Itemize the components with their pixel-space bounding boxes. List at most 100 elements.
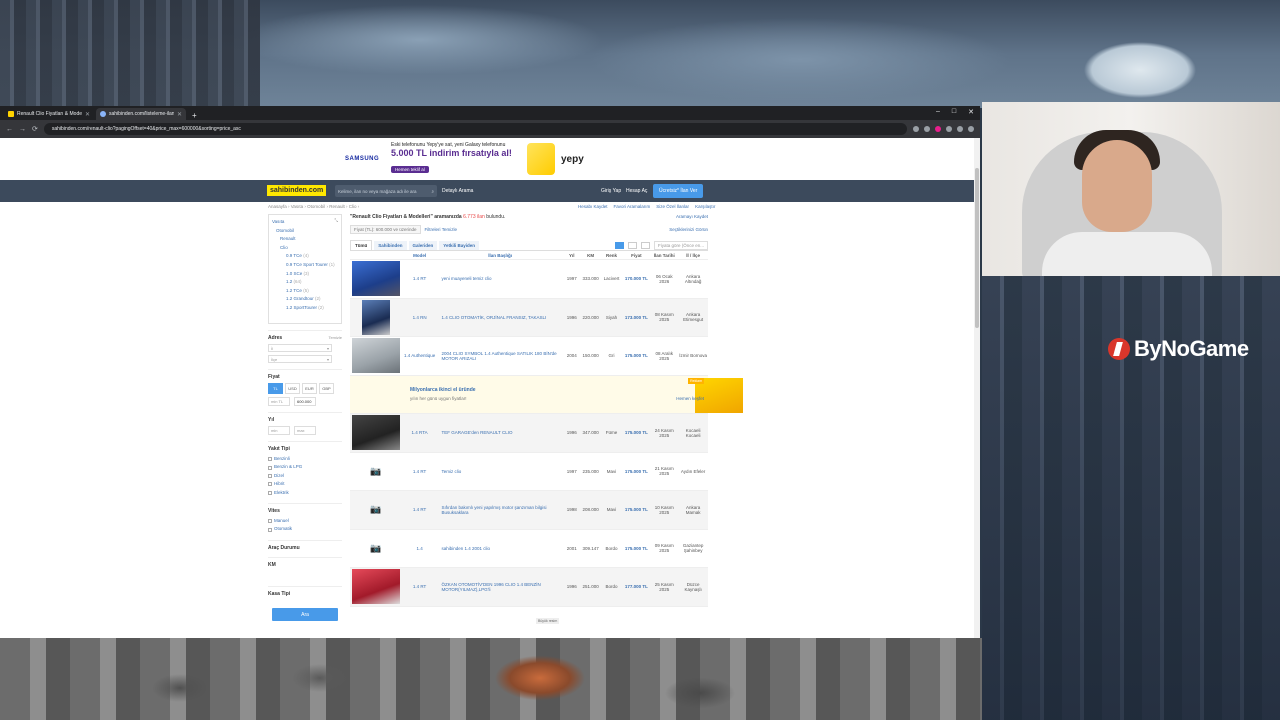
tab-close-icon[interactable]: ✕ — [177, 111, 182, 118]
tab-dealer[interactable]: Yetkili Bayiden — [439, 240, 480, 250]
sponsored-row[interactable]: Milyonlarca ikinci el üründe yılın her gü… — [350, 375, 743, 414]
fuel-checkbox[interactable]: Benzinli — [268, 455, 342, 463]
new-tab-button[interactable]: + — [188, 111, 201, 120]
listing-title-link[interactable]: ÖZKAN OTOMOTİV'DEN 1996 CLIO 1.4 BENZİN … — [438, 582, 563, 592]
back-icon[interactable]: ← — [6, 126, 13, 133]
column-price[interactable]: Fiyat — [622, 253, 650, 258]
detailed-search-link[interactable]: Detaylı Arama — [442, 188, 473, 194]
category-item[interactable]: 1.2 Grandtour (2) — [272, 295, 338, 304]
browser-tab[interactable]: Renault Clio Fiyatları & Modelleri ✕ — [4, 108, 94, 120]
tab-owner[interactable]: Sahibinden — [374, 240, 407, 250]
browser-tab-active[interactable]: sahibinden.com/listeleme-ilan ✕ — [96, 108, 186, 120]
table-row[interactable]: 📷 1.4 sahibinden 1.4 2001 clio 2001 309.147 B… — [350, 530, 708, 568]
ad-banner[interactable]: SAMSUNG Eski telefonunu Yepy'ye sat, yen… — [345, 140, 630, 178]
column-title[interactable]: İlan Başlığı — [438, 253, 563, 258]
extension-icon[interactable] — [935, 126, 941, 132]
reload-icon[interactable]: ⟳ — [32, 125, 38, 133]
site-logo[interactable]: sahibinden.com — [267, 185, 327, 196]
tab-close-icon[interactable]: ✕ — [85, 111, 90, 118]
tab-all[interactable]: Tümü — [350, 240, 373, 250]
fuel-checkbox[interactable]: Dizel — [268, 472, 342, 480]
table-row[interactable]: 1.4 RTA TEF GARAGE'den RENAULT CLIO 1996 34… — [350, 414, 708, 453]
currency-option[interactable]: EUR — [302, 383, 317, 394]
gallery-view-icon[interactable] — [640, 241, 650, 249]
list-view-icon[interactable] — [614, 241, 624, 249]
extension-icon[interactable] — [946, 126, 952, 132]
subnav-link[interactable]: Favori Aramalarım — [614, 204, 651, 209]
column-year[interactable]: Yıl — [563, 253, 581, 258]
gear-checkbox[interactable]: Manuel — [268, 517, 342, 525]
fuel-checkbox[interactable]: Benzin & LPG — [268, 463, 342, 471]
category-item[interactable]: Vasıta — [272, 218, 338, 227]
page-scrollbar[interactable] — [974, 138, 980, 638]
subnav-link[interactable]: Hesabı Kaydet — [578, 204, 608, 209]
listing-title-link[interactable]: 2004 CLIO SYMBOL 1.4 Authentique SATILIK… — [438, 351, 563, 361]
login-link[interactable]: Giriş Yap — [601, 188, 621, 194]
category-collapse-icon[interactable]: ⤡ — [334, 218, 338, 223]
currency-option[interactable]: GBP — [319, 383, 334, 394]
bookmark-star-icon[interactable] — [913, 126, 919, 132]
menu-kebab-icon[interactable] — [968, 126, 974, 132]
suggest-link[interactable]: Seçtiklerinizi Görün — [669, 227, 708, 232]
fuel-checkbox[interactable]: Elektrik — [268, 489, 342, 497]
category-item[interactable]: Clio — [272, 244, 338, 253]
category-item[interactable]: 1.2 TCe (5) — [272, 287, 338, 296]
column-model[interactable]: Model — [402, 253, 438, 258]
listing-thumbnail[interactable] — [351, 261, 400, 297]
column-date[interactable]: İlan Tarihi — [650, 253, 678, 258]
post-ad-button[interactable]: Ücretsiz* İlan Ver — [653, 184, 704, 198]
currency-option[interactable]: USD — [285, 383, 300, 394]
table-row[interactable]: 1.4 RN 1.4 CLIO OTOMATİK, ORJİNAL FRANSIZ… — [350, 298, 708, 337]
search-submit-button[interactable]: Ara — [272, 608, 338, 621]
column-km[interactable]: KM — [581, 253, 601, 258]
category-item[interactable]: 1.0 SCe (3) — [272, 270, 338, 279]
column-color[interactable]: Renk — [601, 253, 623, 258]
filter-clear-link[interactable]: Temizle — [328, 335, 342, 341]
search-icon[interactable]: ⌕ — [431, 189, 434, 194]
profile-avatar[interactable] — [957, 126, 963, 132]
listing-title-link[interactable]: TEF GARAGE'den RENAULT CLIO — [438, 430, 563, 435]
year-max-input[interactable]: max — [294, 426, 316, 435]
listing-thumbnail[interactable] — [351, 569, 400, 605]
price-max-input[interactable]: 600.000 — [294, 397, 316, 406]
year-min-input[interactable]: min — [268, 426, 290, 435]
category-item[interactable]: 1.2 (64) — [272, 278, 338, 287]
filter-chip[interactable]: Fiyat (TL): 600.000 ve üzerinde — [350, 225, 421, 234]
maximize-button[interactable]: □ — [952, 108, 956, 116]
register-link[interactable]: Hesap Aç — [626, 188, 647, 194]
category-item[interactable]: 1.2 SportTourer (2) — [272, 304, 338, 313]
listing-thumbnail[interactable] — [351, 338, 400, 374]
save-search-link[interactable]: Aramayı Kaydet — [676, 214, 708, 220]
listing-thumbnail[interactable] — [351, 415, 400, 451]
listing-thumbnail[interactable] — [361, 299, 390, 335]
listing-title-link[interactable]: Sıfırdan bakımlı yeni yapılmış motor şan… — [438, 505, 563, 515]
city-select[interactable]: İl ▾ — [268, 344, 332, 352]
listing-title-link[interactable]: sahibinden 1.4 2001 clio — [438, 546, 563, 551]
scrollbar-thumb[interactable] — [975, 168, 979, 328]
listing-title-link[interactable]: 1.4 CLIO OTOMATİK, ORJİNAL FRANSIZ, TAKA… — [438, 315, 563, 320]
price-min-input[interactable]: min TL — [268, 397, 290, 406]
column-location[interactable]: İl / İlçe — [678, 253, 708, 258]
sort-select[interactable]: Fiyata göre (Önce en... — [653, 240, 708, 250]
url-input[interactable]: sahibinden.com/renault-clio?pagingOffset… — [43, 123, 907, 135]
forward-icon[interactable]: → — [19, 126, 26, 133]
table-row[interactable]: 1.4 RT yeni muayeneli temiz clio 1997 333.0… — [350, 260, 708, 299]
grid-view-icon[interactable] — [627, 241, 637, 249]
extension-icon[interactable] — [924, 126, 930, 132]
filter-body-type[interactable]: Kasa Tipi — [268, 585, 342, 597]
search-input[interactable]: Kelime, ilan no veya mağaza adı ile ara … — [335, 185, 437, 197]
close-window-button[interactable]: ✕ — [968, 108, 974, 116]
district-select[interactable]: İlçe ▾ — [268, 355, 332, 363]
fuel-checkbox[interactable]: Hibrit — [268, 480, 342, 488]
sponsored-link[interactable]: Hemen keşfet — [676, 396, 704, 401]
minimize-button[interactable]: – — [936, 108, 940, 116]
filter-condition[interactable]: Araç Durumu — [268, 539, 342, 551]
listing-title-link[interactable]: yeni muayeneli temiz clio — [438, 276, 563, 281]
breadcrumb[interactable]: Anasayfa › Vasıta › Otomobil › Renault ›… — [268, 204, 359, 209]
subnav-link[interactable]: Karşılaştır — [695, 204, 715, 209]
table-row[interactable]: 📷 1.4 RT Temiz clio 1997 235.000 Mavi 175.000 … — [350, 453, 708, 491]
category-item[interactable]: 0.9 TCe Sport Tourer (1) — [272, 261, 338, 270]
tab-gallery[interactable]: Galeriden — [408, 240, 438, 250]
gear-checkbox[interactable]: Otomatik — [268, 525, 342, 533]
currency-option[interactable]: TL — [268, 383, 283, 394]
